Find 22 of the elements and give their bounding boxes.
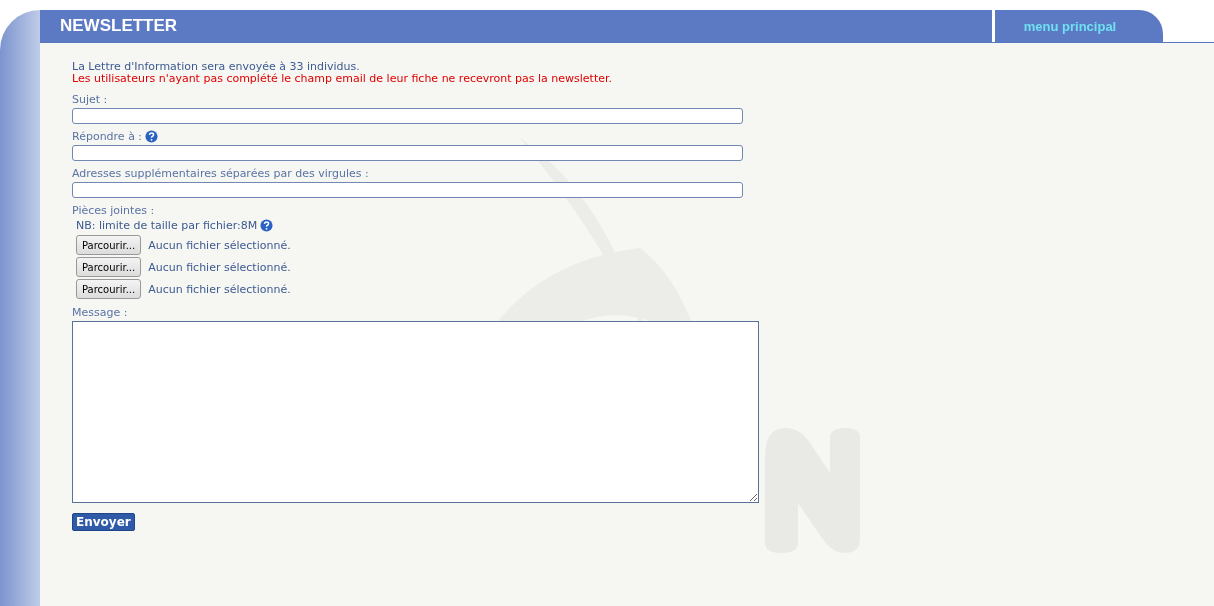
browse-button[interactable]: Parcourir... <box>76 235 142 255</box>
page-title: NEWSLETTER <box>60 16 178 36</box>
input-field[interactable] <box>72 145 743 161</box>
file-status: Aucun fichier sélectionné. <box>148 238 291 252</box>
message-field[interactable] <box>72 321 759 503</box>
browse-button[interactable]: Parcourir... <box>76 257 142 277</box>
field-label: Sujet : <box>72 93 108 106</box>
message-label: Message : <box>72 306 128 319</box>
input-field[interactable] <box>72 182 743 198</box>
input-field[interactable] <box>72 108 743 124</box>
file-status: Aucun fichier sélectionné. <box>148 260 291 274</box>
warning-text: Les utilisateurs n'ayant pas complété le champ email de leur fiche ne recevront pas la newsletter. <box>72 73 613 85</box>
help-icon[interactable] <box>145 130 159 143</box>
recipient-count-text: La Lettre d'Information sera envoyée à 33 individus. <box>72 61 361 73</box>
browse-button[interactable]: Parcourir... <box>76 279 142 299</box>
field-label: Répondre à : <box>72 130 143 143</box>
send-button[interactable]: Envoyer <box>72 513 135 531</box>
file-status: Aucun fichier sélectionné. <box>148 282 291 296</box>
attachments-label: Pièces jointes : <box>72 204 155 217</box>
field-label: Adresses supplémentaires séparées par des virgules : <box>72 167 369 180</box>
help-icon[interactable] <box>260 219 274 232</box>
size-limit-note: NB: limite de taille par fichier:8M <box>76 219 258 232</box>
